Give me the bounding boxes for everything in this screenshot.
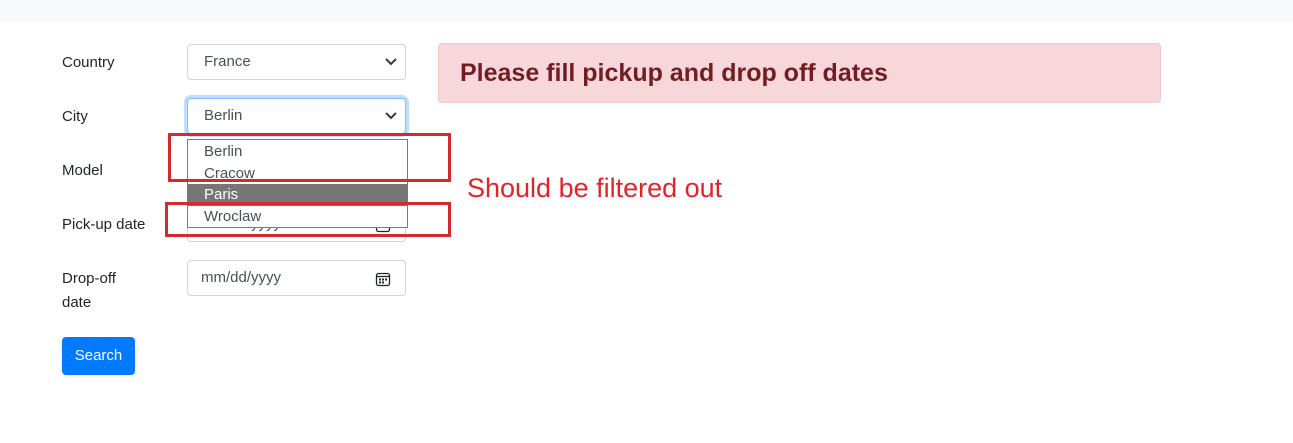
city-label: City: [62, 108, 88, 125]
city-select[interactable]: Berlin: [187, 98, 406, 134]
country-select[interactable]: France: [187, 44, 406, 80]
dropoff-date-label-line1: Drop-off: [62, 270, 116, 287]
annotation-text: Should be filtered out: [467, 173, 723, 203]
chevron-down-icon: [385, 58, 397, 66]
pickup-date-label: Pick-up date: [62, 216, 146, 233]
model-label: Model: [62, 162, 103, 179]
country-label: Country: [62, 54, 115, 71]
country-select-value: France: [204, 53, 251, 70]
dropoff-date-placeholder: mm/dd/yyyy: [201, 269, 282, 286]
top-bar: [0, 0, 1293, 22]
dropoff-date-label-line2: date: [62, 294, 92, 311]
annotation-box-top: [168, 133, 451, 182]
calendar-icon[interactable]: [375, 271, 391, 287]
dropoff-date-input[interactable]: mm/dd/yyyy: [187, 260, 406, 296]
annotation-box-bottom: [165, 202, 451, 237]
alert-message: Please fill pickup and drop off dates: [438, 43, 1161, 103]
chevron-down-icon: [385, 112, 397, 120]
search-button[interactable]: Search: [62, 337, 135, 375]
city-select-value: Berlin: [204, 107, 243, 124]
